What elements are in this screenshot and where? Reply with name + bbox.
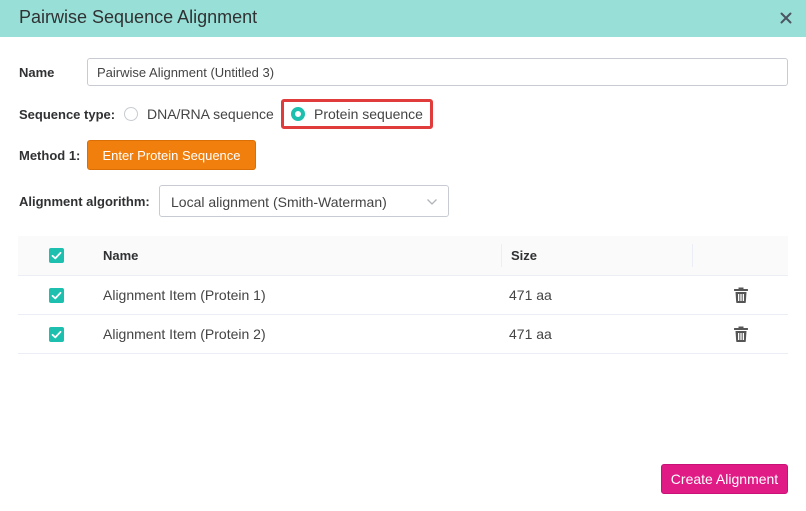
radio-dna-rna[interactable]: DNA/RNA sequence <box>124 103 274 125</box>
row-size: 471 aa <box>509 287 552 303</box>
chevron-down-icon <box>427 199 437 205</box>
name-input[interactable] <box>87 58 788 86</box>
close-button[interactable] <box>774 6 798 30</box>
row-name: Alignment Item (Protein 1) <box>103 287 266 303</box>
row-size: 471 aa <box>509 326 552 342</box>
dialog-titlebar: Pairwise Sequence Alignment <box>0 0 806 37</box>
method-label: Method 1: <box>19 148 81 163</box>
trash-icon[interactable] <box>734 287 748 303</box>
checkmark-icon <box>51 251 62 260</box>
table-row[interactable]: Alignment Item (Protein 2) 471 aa <box>18 315 788 354</box>
column-divider <box>501 244 502 267</box>
radio-circle-unchecked[interactable] <box>124 107 138 121</box>
algorithm-label: Alignment algorithm: <box>19 194 150 209</box>
close-icon <box>780 12 792 24</box>
column-header-size[interactable]: Size <box>511 248 537 263</box>
table-header: Name Size <box>18 236 788 276</box>
algorithm-select[interactable]: Local alignment (Smith-Waterman) <box>159 185 449 217</box>
table-row[interactable]: Alignment Item (Protein 1) 471 aa <box>18 276 788 315</box>
algorithm-select-value: Local alignment (Smith-Waterman) <box>171 194 387 210</box>
column-divider <box>692 244 693 267</box>
trash-icon[interactable] <box>734 326 748 342</box>
row-name: Alignment Item (Protein 2) <box>103 326 266 342</box>
row-checkbox[interactable] <box>49 327 64 342</box>
name-label: Name <box>19 65 55 80</box>
radio-dna-rna-label: DNA/RNA sequence <box>147 106 274 122</box>
alignment-items-table: Name Size Alignment Item (Protein 1) 471… <box>18 236 788 354</box>
row-checkbox[interactable] <box>49 288 64 303</box>
checkmark-icon <box>51 330 62 339</box>
checkmark-icon <box>51 291 62 300</box>
enter-protein-sequence-button[interactable]: Enter Protein Sequence <box>87 140 256 170</box>
column-header-name[interactable]: Name <box>103 248 138 263</box>
create-alignment-button[interactable]: Create Alignment <box>661 464 788 494</box>
highlight-box <box>281 99 433 129</box>
dialog-title: Pairwise Sequence Alignment <box>19 7 258 27</box>
select-all-checkbox[interactable] <box>49 248 64 263</box>
sequence-type-label: Sequence type: <box>19 107 116 122</box>
